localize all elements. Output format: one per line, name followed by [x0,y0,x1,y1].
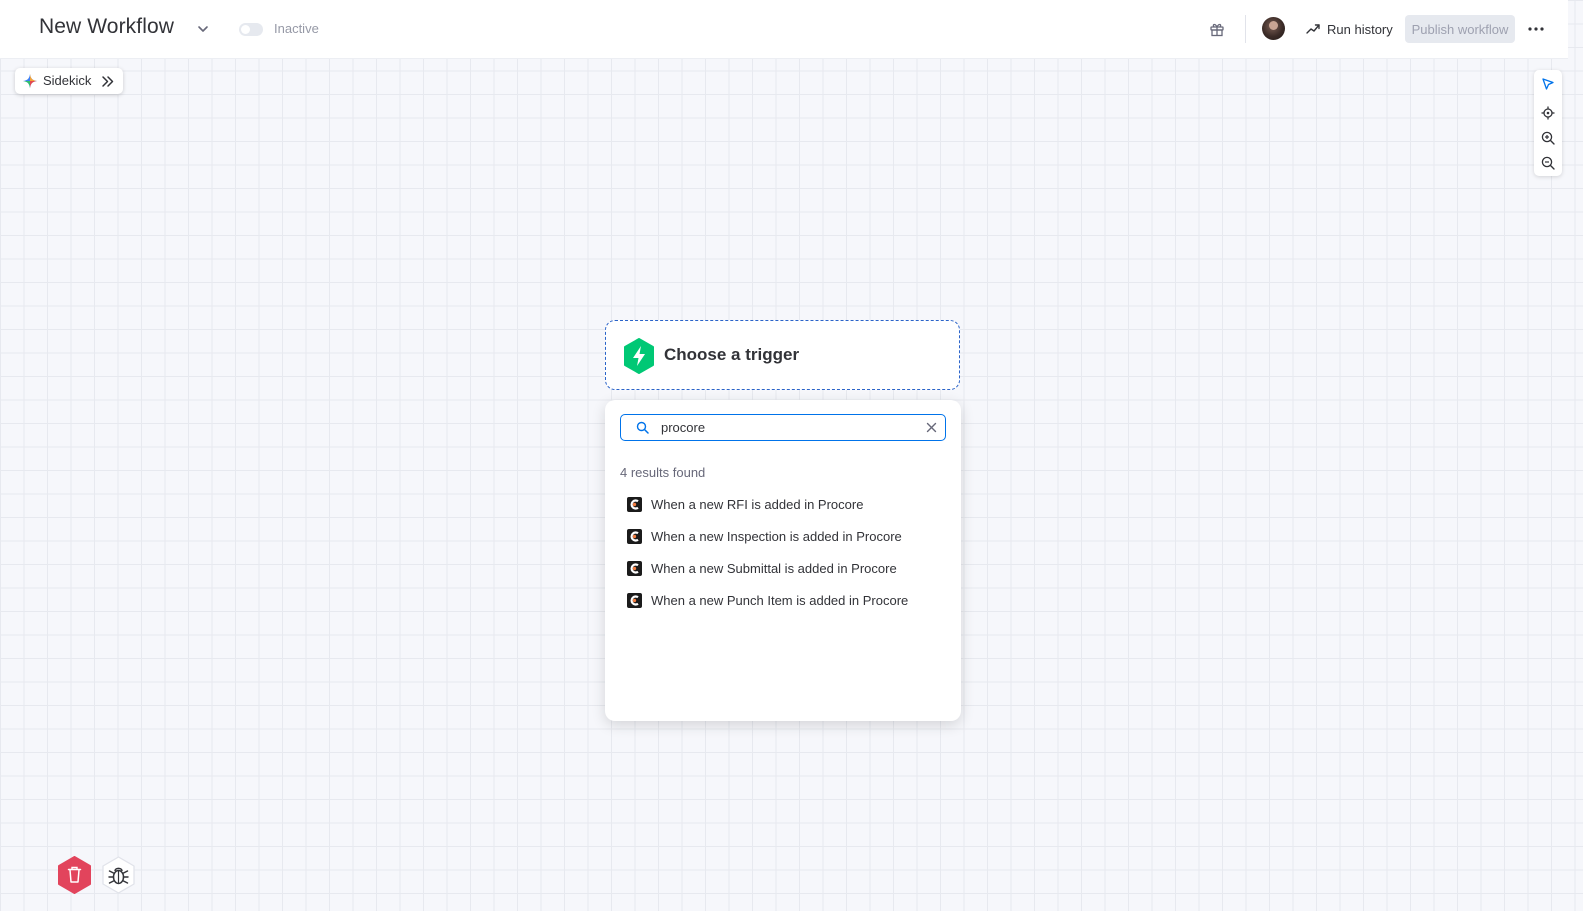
zoom-in-icon[interactable] [1541,131,1555,145]
list-item[interactable]: When a new Inspection is added in Procor… [627,520,947,552]
search-input[interactable] [661,418,911,437]
result-label: When a new Punch Item is added in Procor… [651,592,909,608]
pointer-icon[interactable] [1541,77,1555,91]
sidekick-button[interactable]: Sidekick [15,68,123,94]
procore-logo-icon [627,496,642,512]
run-history-label: Run history [1327,21,1393,37]
top-bar: New Workflow Inactive Run history Publis… [0,0,1568,59]
status-label: Inactive [274,21,319,36]
avatar[interactable] [1262,17,1285,40]
sidekick-label: Sidekick [43,73,92,88]
result-label: When a new Submittal is added in Procore [651,560,897,576]
sparkle-icon [23,74,37,88]
double-chevron-right-icon [102,76,114,87]
results-count: 4 results found [620,465,706,480]
zoom-out-icon[interactable] [1541,156,1555,170]
trigger-search-dropdown: 4 results found When a new RFI is added … [605,400,961,721]
chevron-down-icon[interactable] [196,22,210,36]
choose-trigger-node[interactable]: Choose a trigger [605,320,960,390]
canvas-toolbar [1534,70,1562,176]
list-item[interactable]: When a new Submittal is added in Procore [627,552,947,584]
header-divider [1245,15,1246,43]
results-list: When a new RFI is added in Procore When … [627,488,947,616]
publish-workflow-button[interactable]: Publish workflow [1405,15,1515,43]
crosshair-icon[interactable] [1541,106,1555,120]
workflow-title[interactable]: New Workflow [39,15,174,39]
more-horizontal-icon[interactable] [1527,21,1545,37]
gift-icon[interactable] [1209,21,1225,37]
procore-logo-icon [627,528,642,544]
search-icon [636,421,649,434]
lightning-icon [624,338,654,374]
run-history-button[interactable]: Run history [1305,16,1393,42]
trend-icon [1306,24,1320,34]
list-item[interactable]: When a new RFI is added in Procore [627,488,947,520]
procore-logo-icon [627,592,642,608]
bug-icon[interactable] [100,856,137,894]
active-toggle[interactable] [239,23,263,36]
trash-icon[interactable] [56,856,93,894]
search-box[interactable] [620,414,946,441]
trigger-title: Choose a trigger [664,345,800,364]
list-item[interactable]: When a new Punch Item is added in Procor… [627,584,947,616]
result-label: When a new Inspection is added in Procor… [651,528,902,544]
result-label: When a new RFI is added in Procore [651,496,864,512]
close-icon[interactable] [926,422,937,433]
procore-logo-icon [627,560,642,576]
